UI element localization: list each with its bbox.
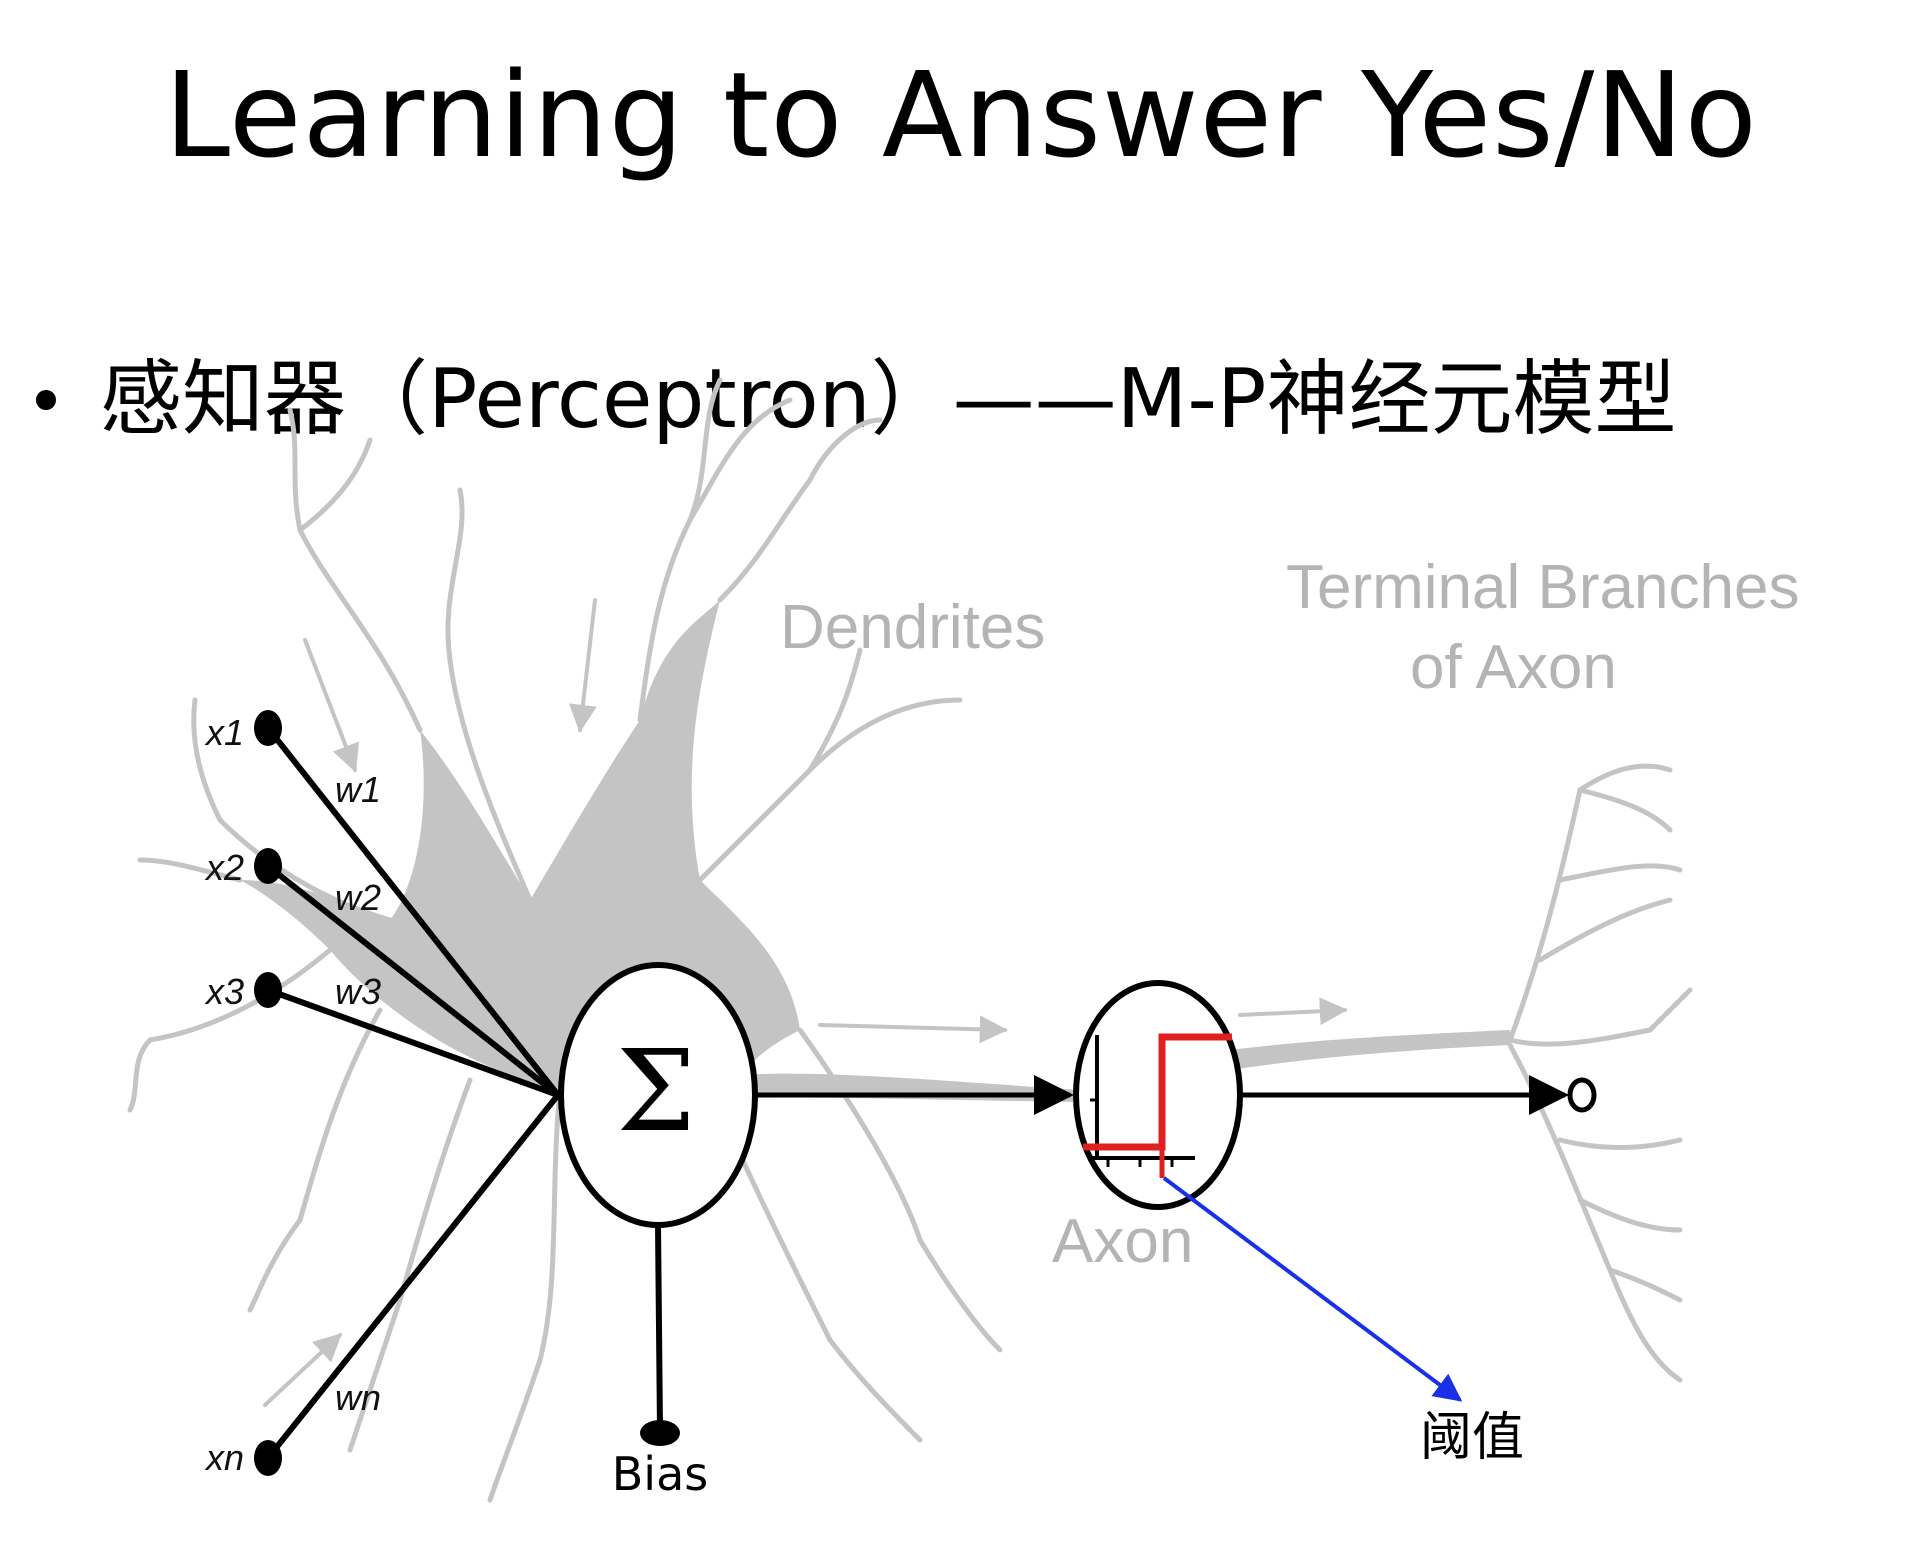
signal-arrow-axon bbox=[1238, 997, 1348, 1026]
input-label-xn: xn bbox=[204, 1437, 244, 1478]
sigma-symbol: Σ bbox=[616, 1027, 695, 1157]
weight-label-w1: w1 bbox=[335, 769, 381, 810]
input-node-x2 bbox=[254, 848, 282, 884]
input-line-xn bbox=[265, 1093, 561, 1460]
terminal-branches-label-line2: of Axon bbox=[1410, 633, 1617, 702]
input-node-xn bbox=[254, 1440, 282, 1476]
output-node bbox=[1567, 1077, 1597, 1113]
weight-label-w2: w2 bbox=[335, 877, 381, 918]
weight-label-wn: wn bbox=[335, 1377, 381, 1418]
input-node-x3 bbox=[254, 972, 282, 1008]
input-label-x3: x3 bbox=[204, 971, 244, 1012]
slide: Learning to Answer Yes/No 感知器（Perceptron… bbox=[0, 0, 1922, 1546]
input-lines bbox=[265, 726, 561, 1460]
signal-arrow-top bbox=[568, 598, 597, 733]
threshold-unit bbox=[1073, 980, 1243, 1210]
bias-node bbox=[640, 1420, 680, 1446]
axon-label: Axon bbox=[1052, 1207, 1193, 1276]
weight-label-w3: w3 bbox=[335, 971, 381, 1012]
perceptron-diagram: Dendrites Terminal Branches of Axon Axon… bbox=[127, 377, 1799, 1503]
bias-line bbox=[655, 1224, 663, 1431]
signal-arrow-top-left bbox=[303, 638, 360, 773]
threshold-unit-circle bbox=[1073, 980, 1243, 1210]
input-label-x1: x1 bbox=[204, 712, 244, 753]
soma-to-axon bbox=[740, 1073, 1080, 1102]
terminal-branches-label: Terminal Branches bbox=[1286, 553, 1799, 622]
signal-arrow-bottom-left bbox=[263, 1333, 343, 1407]
threshold-label: 阈值 bbox=[1420, 1408, 1524, 1468]
input-label-x2: x2 bbox=[204, 847, 244, 888]
input-node-x1 bbox=[254, 710, 282, 746]
dendrites-label: Dendrites bbox=[780, 593, 1045, 662]
terminal-branches bbox=[1507, 763, 1693, 1383]
signal-arrow-mid bbox=[818, 1015, 1008, 1044]
threshold-pointer-arrow bbox=[1162, 1176, 1463, 1402]
axon-shaft bbox=[1230, 1030, 1510, 1070]
input-nodes bbox=[254, 710, 282, 1476]
bias-label: Bias bbox=[612, 1447, 709, 1501]
